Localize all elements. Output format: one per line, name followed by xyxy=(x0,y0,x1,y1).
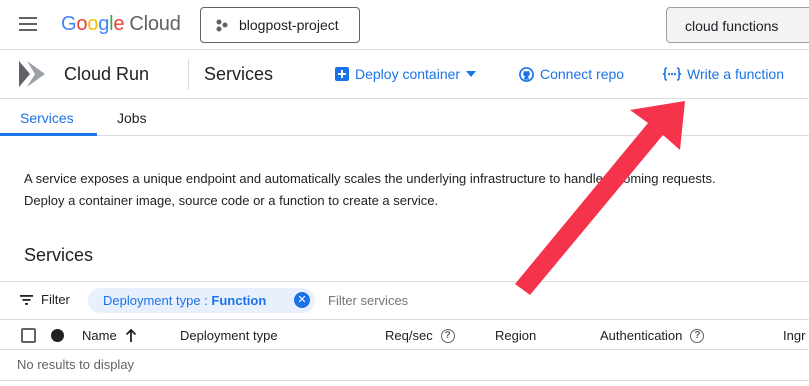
logo-letter: e xyxy=(113,13,125,35)
sort-arrow-up-icon xyxy=(125,328,136,342)
column-header-deployment-type[interactable]: Deployment type xyxy=(180,328,278,343)
logo-suffix: Cloud xyxy=(129,13,181,35)
column-header-ingress[interactable]: Ingr xyxy=(783,328,805,343)
logo-letter: G xyxy=(61,13,77,35)
filter-chip-value: Function xyxy=(211,293,267,308)
description-line: A service exposes a unique endpoint and … xyxy=(24,171,716,186)
function-braces-icon xyxy=(663,67,681,81)
column-header-name[interactable]: Name xyxy=(82,328,137,343)
filter-button[interactable]: Filter xyxy=(20,292,70,307)
help-icon[interactable]: ? xyxy=(440,328,455,343)
column-name-label: Name xyxy=(82,328,117,343)
write-function-button[interactable]: Write a function xyxy=(663,66,784,82)
menu-icon[interactable] xyxy=(19,17,37,31)
filter-icon xyxy=(20,294,33,305)
add-box-icon xyxy=(335,67,349,81)
select-all-checkbox[interactable] xyxy=(21,328,36,343)
tab-jobs[interactable]: Jobs xyxy=(117,110,147,126)
filter-label: Filter xyxy=(41,292,70,307)
logo-letter: o xyxy=(87,13,99,35)
project-name: blogpost-project xyxy=(239,17,339,33)
github-icon xyxy=(519,66,534,82)
header-divider xyxy=(188,59,189,90)
column-header-region[interactable]: Region xyxy=(495,328,536,343)
product-title: Cloud Run xyxy=(64,64,150,84)
connect-repo-button[interactable]: Connect repo xyxy=(519,66,624,82)
column-header-req-sec[interactable]: Req/sec ? xyxy=(385,328,455,343)
logo-letter: o xyxy=(76,13,88,35)
active-tab-indicator xyxy=(0,133,97,136)
deploy-container-label: Deploy container xyxy=(355,66,461,82)
google-cloud-logo[interactable]: Google Cloud xyxy=(61,13,181,36)
filter-chip-key: Deployment type : xyxy=(103,293,212,308)
project-dots-icon xyxy=(216,19,228,32)
cloud-run-icon xyxy=(19,61,45,87)
column-authentication-label: Authentication xyxy=(600,328,683,343)
page-title: Services xyxy=(204,64,274,84)
search-input[interactable]: cloud functions xyxy=(666,7,809,43)
empty-table-message: No results to display xyxy=(17,357,135,372)
status-column-icon xyxy=(51,329,64,342)
deploy-container-button[interactable]: Deploy container xyxy=(335,66,477,82)
filter-chip[interactable]: Deployment type : Function xyxy=(88,288,315,313)
tab-services[interactable]: Services xyxy=(20,110,74,126)
write-function-label: Write a function xyxy=(687,66,785,82)
description-line: Deploy a container image, source code or… xyxy=(24,193,439,208)
column-header-authentication[interactable]: Authentication ? xyxy=(600,328,705,343)
logo-letter: g xyxy=(98,13,110,35)
connect-repo-label: Connect repo xyxy=(540,66,625,82)
page-description: A service exposes a unique endpoint and … xyxy=(24,168,804,212)
chip-close-icon[interactable]: ✕ xyxy=(294,292,310,308)
help-icon[interactable]: ? xyxy=(690,328,705,343)
services-section-title: Services xyxy=(24,245,94,265)
dropdown-arrow-icon xyxy=(466,71,477,77)
column-req-sec-label: Req/sec xyxy=(385,328,433,343)
project-picker-button[interactable]: blogpost-project xyxy=(200,7,360,43)
filter-services-input[interactable] xyxy=(328,293,528,308)
table-divider xyxy=(0,380,809,381)
